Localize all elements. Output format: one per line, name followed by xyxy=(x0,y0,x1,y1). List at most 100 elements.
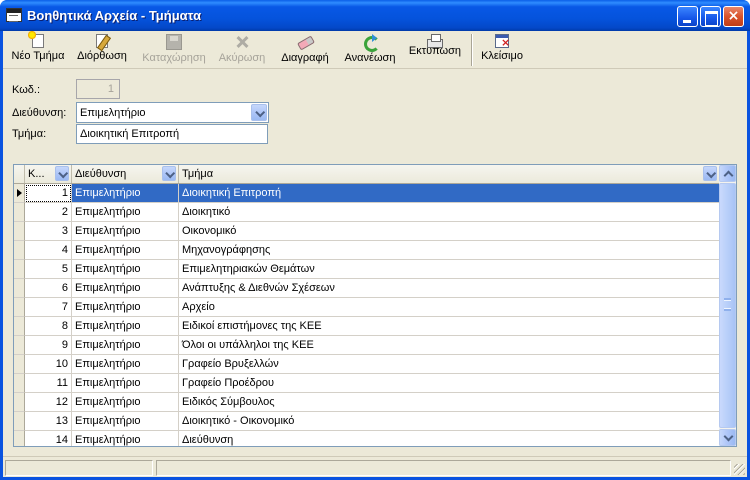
scroll-up-icon[interactable] xyxy=(719,165,736,182)
cell-department[interactable]: Ειδικός Σύμβουλος xyxy=(179,393,720,412)
row-selector[interactable] xyxy=(14,184,25,203)
cell-code[interactable]: 5 xyxy=(25,260,72,279)
cell-address[interactable]: Επιμελητήριο xyxy=(72,355,179,374)
cell-department[interactable]: Επιμελητηριακών Θεμάτων xyxy=(179,260,720,279)
cell-address[interactable]: Επιμελητήριο xyxy=(72,184,179,203)
table-row[interactable]: 5 Επιμελητήριο Επιμελητηριακών Θεμάτων xyxy=(14,260,720,279)
cell-code[interactable]: 11 xyxy=(25,374,72,393)
cancel-button[interactable]: Ακύρωση xyxy=(217,33,267,67)
row-selector[interactable] xyxy=(14,203,25,222)
cell-code[interactable]: 4 xyxy=(25,241,72,260)
row-selector[interactable] xyxy=(14,260,25,279)
cell-department[interactable]: Όλοι οι υπάλληλοι της ΚΕΕ xyxy=(179,336,720,355)
cell-code[interactable]: 1 xyxy=(25,184,72,203)
row-selector[interactable] xyxy=(14,355,25,374)
vertical-scrollbar[interactable] xyxy=(719,165,736,446)
table-row[interactable]: 11 Επιμελητήριο Γραφείο Προέδρου xyxy=(14,374,720,393)
maximize-button[interactable] xyxy=(700,6,721,27)
cell-address[interactable]: Επιμελητήριο xyxy=(72,222,179,241)
cell-address[interactable]: Επιμελητήριο xyxy=(72,279,179,298)
row-selector[interactable] xyxy=(14,317,25,336)
cell-department[interactable]: Γραφείο Βρυξελλών xyxy=(179,355,720,374)
table-row[interactable]: 6 Επιμελητήριο Ανάπτυξης & Διεθνών Σχέσεων xyxy=(14,279,720,298)
table-row[interactable]: 14 Επιμελητήριο Διεύθυνση xyxy=(14,431,720,446)
cell-department[interactable]: Οικονομικό xyxy=(179,222,720,241)
cell-department[interactable]: Αρχείο xyxy=(179,298,720,317)
cell-department[interactable]: Μηχανογράφησης xyxy=(179,241,720,260)
cell-code[interactable]: 8 xyxy=(25,317,72,336)
row-selector[interactable] xyxy=(14,336,25,355)
table-row[interactable]: 7 Επιμελητήριο Αρχείο xyxy=(14,298,720,317)
cell-address[interactable]: Επιμελητήριο xyxy=(72,241,179,260)
table-row[interactable]: 8 Επιμελητήριο Ειδικοί επιστήμονες της ΚΕΕ xyxy=(14,317,720,336)
cell-code[interactable]: 3 xyxy=(25,222,72,241)
cell-address[interactable]: Επιμελητήριο xyxy=(72,260,179,279)
cell-address[interactable]: Επιμελητήριο xyxy=(72,298,179,317)
close-window-button[interactable]: × xyxy=(723,6,744,27)
table-row[interactable]: 1 Επιμελητήριο Διοικητική Επιτροπή xyxy=(14,184,720,203)
table-row[interactable]: 4 Επιμελητήριο Μηχανογράφησης xyxy=(14,241,720,260)
minimize-button[interactable] xyxy=(677,6,698,27)
cell-department[interactable]: Ανάπτυξης & Διεθνών Σχέσεων xyxy=(179,279,720,298)
cell-code[interactable]: 2 xyxy=(25,203,72,222)
app-icon[interactable] xyxy=(6,8,22,22)
cell-code[interactable]: 14 xyxy=(25,431,72,446)
cell-department[interactable]: Διεύθυνση xyxy=(179,431,720,446)
cell-code[interactable]: 12 xyxy=(25,393,72,412)
scroll-down-icon[interactable] xyxy=(719,429,736,446)
chevron-down-icon[interactable] xyxy=(55,166,69,181)
column-header-department[interactable]: Τμήμα xyxy=(179,165,720,183)
row-selector[interactable] xyxy=(14,431,25,446)
row-selector[interactable] xyxy=(14,393,25,412)
table-row[interactable]: 13 Επιμελητήριο Διοικητικό - Οικονομικό xyxy=(14,412,720,431)
close-button[interactable]: Κλείσιμο xyxy=(478,33,526,67)
row-selector[interactable] xyxy=(14,222,25,241)
chevron-down-icon[interactable] xyxy=(703,166,717,181)
cell-code[interactable]: 7 xyxy=(25,298,72,317)
row-selector[interactable] xyxy=(14,279,25,298)
cell-address[interactable]: Επιμελητήριο xyxy=(72,203,179,222)
floppy-disk-icon xyxy=(166,34,182,50)
cell-code[interactable]: 10 xyxy=(25,355,72,374)
cell-address[interactable]: Επιμελητήριο xyxy=(72,317,179,336)
cell-address[interactable]: Επιμελητήριο xyxy=(72,431,179,446)
print-button[interactable]: Εκτύπωση xyxy=(407,33,463,67)
delete-button[interactable]: Διαγραφή xyxy=(278,33,332,67)
table-row[interactable]: 9 Επιμελητήριο Όλοι οι υπάλληλοι της ΚΕΕ xyxy=(14,336,720,355)
row-selector[interactable] xyxy=(14,412,25,431)
cell-code[interactable]: 6 xyxy=(25,279,72,298)
chevron-down-icon[interactable] xyxy=(162,166,176,181)
column-code-label: Κ... xyxy=(28,168,45,180)
row-selector[interactable] xyxy=(14,374,25,393)
table-row[interactable]: 3 Επιμελητήριο Οικονομικό xyxy=(14,222,720,241)
cell-code[interactable]: 13 xyxy=(25,412,72,431)
cell-address[interactable]: Επιμελητήριο xyxy=(72,412,179,431)
cell-address[interactable]: Επιμελητήριο xyxy=(72,336,179,355)
refresh-arrows-icon xyxy=(362,34,380,52)
resize-grip[interactable] xyxy=(734,464,745,475)
column-header-address[interactable]: Διεύθυνση xyxy=(72,165,179,183)
refresh-button[interactable]: Ανανέωση xyxy=(342,33,398,67)
table-row[interactable]: 10 Επιμελητήριο Γραφείο Βρυξελλών xyxy=(14,355,720,374)
column-header-code[interactable]: Κ... xyxy=(25,165,72,183)
new-department-button[interactable]: Νέο Τμήμα xyxy=(9,31,67,67)
table-row[interactable]: 2 Επιμελητήριο Διοικητικό xyxy=(14,203,720,222)
cell-address[interactable]: Επιμελητήριο xyxy=(72,393,179,412)
cell-address[interactable]: Επιμελητήριο xyxy=(72,374,179,393)
edit-button[interactable]: Διόρθωση xyxy=(77,33,127,67)
address-select[interactable]: Επιμελητήριο xyxy=(76,102,269,123)
cell-department[interactable]: Διοικητικό xyxy=(179,203,720,222)
save-button[interactable]: Καταχώρηση xyxy=(140,33,208,67)
row-selector[interactable] xyxy=(14,241,25,260)
cell-department[interactable]: Ειδικοί επιστήμονες της ΚΕΕ xyxy=(179,317,720,336)
chevron-down-icon[interactable] xyxy=(251,104,267,121)
title-bar[interactable]: Βοηθητικά Αρχεία - Τμήματα × xyxy=(0,0,750,31)
department-input[interactable]: Διοικητική Επιτροπή xyxy=(76,124,268,144)
cell-code[interactable]: 9 xyxy=(25,336,72,355)
cell-department[interactable]: Γραφείο Προέδρου xyxy=(179,374,720,393)
scrollbar-thumb[interactable] xyxy=(719,183,736,428)
cell-department[interactable]: Διοικητικό - Οικονομικό xyxy=(179,412,720,431)
cell-department[interactable]: Διοικητική Επιτροπή xyxy=(179,184,720,203)
row-selector[interactable] xyxy=(14,298,25,317)
table-row[interactable]: 12 Επιμελητήριο Ειδικός Σύμβουλος xyxy=(14,393,720,412)
